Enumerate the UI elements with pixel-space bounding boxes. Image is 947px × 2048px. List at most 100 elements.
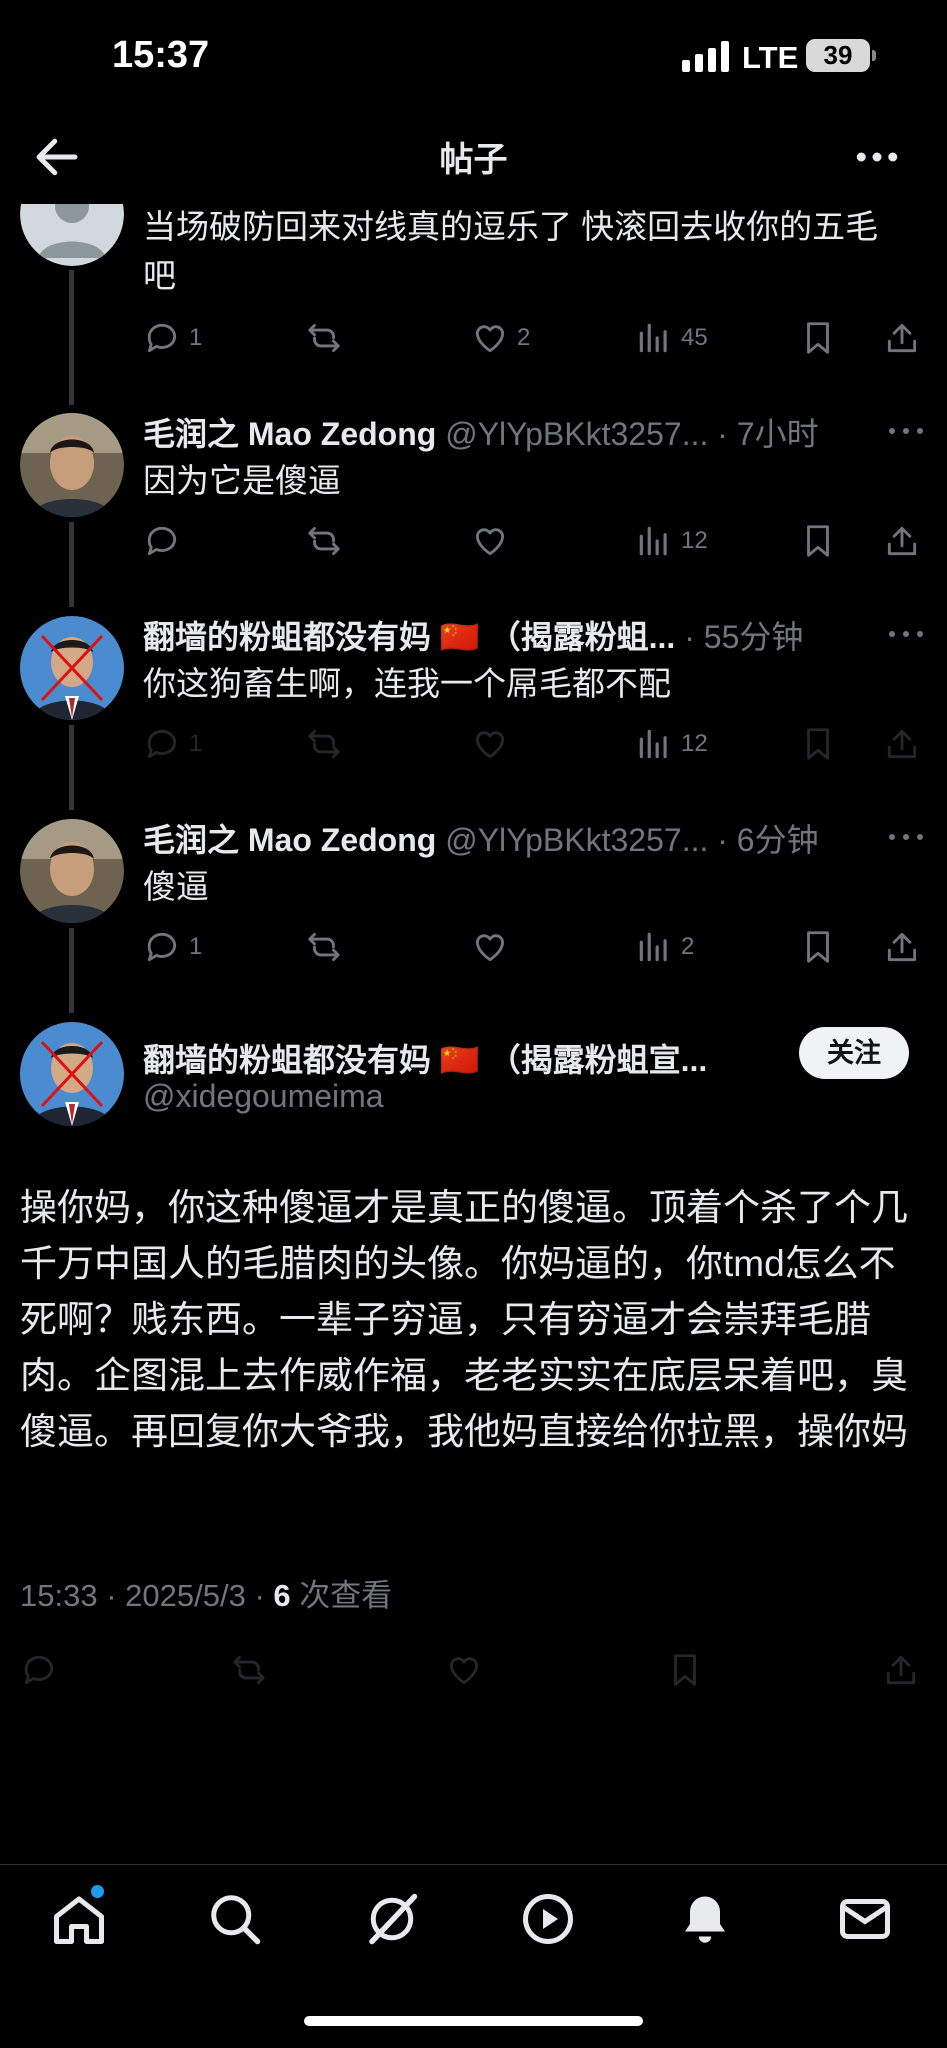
like-button[interactable]	[471, 721, 509, 767]
network-label: LTE	[742, 40, 799, 75]
follow-button[interactable]: 关注	[799, 1027, 909, 1079]
notifications-icon[interactable]	[675, 1889, 735, 1949]
reply-icon	[147, 932, 177, 962]
bookmark-icon	[807, 525, 829, 557]
bookmark-button[interactable]	[799, 721, 837, 767]
top-nav: 帖子	[0, 110, 947, 205]
bookmark-icon	[807, 322, 829, 354]
views-button[interactable]: 12	[635, 518, 708, 564]
like-count: 2	[517, 324, 531, 351]
thread-line	[69, 725, 74, 810]
share-icon	[887, 729, 917, 759]
thread-line	[69, 928, 74, 1013]
repost-button[interactable]	[305, 721, 343, 767]
reply-count: 1	[189, 933, 203, 960]
like-button[interactable]: 2	[471, 315, 530, 361]
views-button[interactable]: 2	[635, 924, 694, 970]
battery-icon: 39	[806, 39, 870, 72]
heart-icon	[475, 528, 505, 556]
more-options-icon[interactable]	[886, 831, 926, 843]
post-time: 6分钟	[736, 822, 819, 858]
avatar-mao[interactable]	[20, 413, 124, 517]
share-icon	[887, 932, 917, 962]
reply-actions: 1 2	[143, 924, 923, 970]
repost-button[interactable]	[305, 315, 343, 361]
display-name[interactable]: 翻墙的粉蛆都没有妈	[143, 1042, 431, 1078]
share-button[interactable]	[882, 1647, 920, 1693]
thread-line	[69, 522, 74, 607]
more-options-icon[interactable]	[850, 130, 904, 184]
heart-icon	[475, 934, 505, 962]
more-options-icon[interactable]	[886, 628, 926, 640]
more-options-icon[interactable]	[886, 425, 926, 437]
display-name[interactable]: 毛润之 Mao Zedong	[143, 416, 436, 452]
share-button[interactable]	[883, 315, 921, 361]
post-time: 7小时	[736, 416, 819, 452]
reply-icon	[147, 526, 177, 556]
views-button[interactable]: 12	[635, 721, 708, 767]
share-icon	[886, 1655, 916, 1685]
home-indicator[interactable]	[304, 2016, 643, 2026]
reply-actions: 1 2 45	[143, 315, 923, 361]
views-button[interactable]: 45	[635, 315, 708, 361]
signal-icon	[682, 40, 729, 72]
bookmark-button[interactable]	[799, 518, 837, 564]
bookmark-button[interactable]	[799, 315, 837, 361]
bookmark-button[interactable]	[666, 1647, 704, 1693]
share-button[interactable]	[883, 721, 921, 767]
bookmark-button[interactable]	[799, 924, 837, 970]
video-icon[interactable]	[518, 1889, 578, 1949]
post-time: 55分钟	[703, 619, 804, 655]
user-handle[interactable]: @YlYpBKkt3257...	[445, 822, 708, 858]
main-post-handle: @xidegoumeima	[143, 1078, 883, 1115]
reply-icon	[147, 323, 177, 353]
avatar-xi-crossed[interactable]	[20, 616, 124, 720]
bookmark-icon	[674, 1654, 696, 1686]
share-icon	[887, 323, 917, 353]
display-name-suffix[interactable]: （揭露粉蛆宣...	[489, 1042, 708, 1078]
page-title: 帖子	[439, 141, 508, 179]
like-button[interactable]	[445, 1647, 483, 1693]
heart-icon	[475, 325, 505, 353]
share-button[interactable]	[883, 518, 921, 564]
reply-button[interactable]	[20, 1647, 58, 1693]
main-post-actions	[20, 1647, 925, 1697]
repost-icon	[308, 526, 340, 556]
repost-icon	[308, 932, 340, 962]
reply-header: 毛润之 Mao Zedong @YlYpBKkt3257... · 6分钟	[143, 822, 819, 858]
share-icon	[887, 526, 917, 556]
repost-icon	[308, 323, 340, 353]
avatar-mao[interactable]	[20, 819, 124, 923]
user-handle[interactable]: @YlYpBKkt3257...	[445, 416, 708, 452]
reply-text: 傻逼	[143, 868, 209, 905]
reply-actions: 1 12	[143, 721, 923, 767]
reply-button[interactable]: 1	[143, 721, 202, 767]
avatar-xi-crossed[interactable]	[20, 1022, 124, 1126]
views-chart-icon	[639, 323, 667, 353]
reply-icon	[24, 1655, 54, 1685]
reply-button[interactable]: 1	[143, 315, 202, 361]
like-button[interactable]	[471, 924, 509, 970]
user-handle[interactable]: @xidegoumeima	[143, 1078, 384, 1114]
share-button[interactable]	[883, 924, 921, 970]
views-count: 2	[681, 933, 695, 960]
display-name[interactable]: 毛润之 Mao Zedong	[143, 822, 436, 858]
repost-button[interactable]	[230, 1647, 268, 1693]
reply-button[interactable]: 1	[143, 924, 202, 970]
reply-header: 翻墙的粉蛆都没有妈 🇨🇳 （揭露粉蛆... · 55分钟	[143, 619, 804, 655]
home-icon[interactable]	[49, 1889, 109, 1949]
like-button[interactable]	[471, 518, 509, 564]
display-name[interactable]: 翻墙的粉蛆都没有妈	[143, 619, 431, 655]
messages-icon[interactable]	[835, 1889, 895, 1949]
views-chart-icon	[639, 729, 667, 759]
repost-button[interactable]	[305, 518, 343, 564]
views-count: 45	[681, 324, 708, 351]
display-name-suffix[interactable]: （揭露粉蛆...	[489, 619, 676, 655]
heart-icon	[449, 1657, 479, 1685]
post-date: 2025/5/3	[125, 1578, 246, 1613]
reply-text: 当场破防回来对线真的逗乐了 快滚回去收你的五毛吧	[143, 208, 879, 294]
grok-icon[interactable]	[362, 1889, 422, 1949]
repost-button[interactable]	[305, 924, 343, 970]
search-icon[interactable]	[205, 1889, 265, 1949]
reply-button[interactable]	[143, 518, 189, 564]
